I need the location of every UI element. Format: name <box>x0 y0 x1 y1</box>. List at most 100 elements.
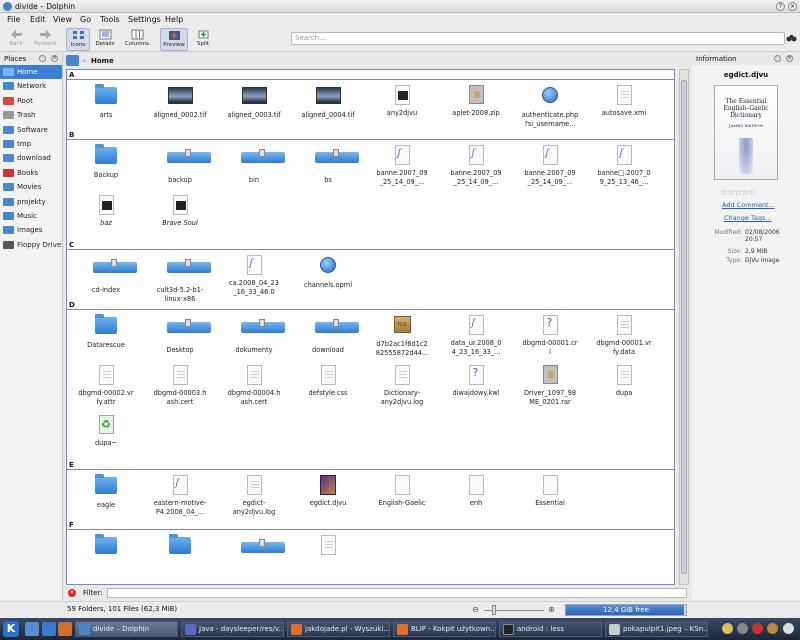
clipboard-tray-icon[interactable] <box>722 623 733 634</box>
dolphin-launcher-icon[interactable] <box>42 622 56 636</box>
network-tray-icon[interactable] <box>737 623 748 634</box>
place-download[interactable]: download <box>0 151 62 165</box>
clock-icon[interactable] <box>783 623 794 634</box>
scrollbar-thumb[interactable] <box>681 80 687 574</box>
breadcrumb-current[interactable]: Home <box>91 54 114 68</box>
place-network[interactable]: Network <box>0 79 62 93</box>
file-item[interactable]: backup <box>143 140 217 190</box>
place-movies[interactable]: Movies <box>0 180 62 194</box>
file-item[interactable]: Backup <box>69 140 143 190</box>
file-item[interactable]: ʃ banne□.2007_0 9_25_13_46_... <box>587 140 661 190</box>
forward-button[interactable]: Forward <box>31 28 59 51</box>
file-item[interactable] <box>217 530 291 580</box>
place-images[interactable]: Images <box>0 223 62 237</box>
place-home[interactable]: Home <box>0 65 62 80</box>
columns-view-button[interactable]: Columns <box>122 28 152 51</box>
file-item[interactable]: any2djvu <box>365 80 439 130</box>
file-item[interactable]: dbgmd-00003.h ash.cert <box>143 360 217 410</box>
info-close-button[interactable]: × <box>786 55 793 62</box>
menu-view[interactable]: View <box>53 15 72 24</box>
task-jakdojade[interactable]: jakdojade.pl - Wyszuki... <box>287 621 390 637</box>
places-close-button[interactable]: × <box>51 55 58 62</box>
file-item[interactable]: ʃ eastern-motive- P4.2008_04_... <box>143 470 217 520</box>
file-item[interactable]: channels.opml <box>291 250 365 300</box>
task-android[interactable]: android : less <box>499 621 602 637</box>
file-item[interactable]: Brave Soul <box>143 190 217 240</box>
filter-input[interactable] <box>107 588 687 598</box>
file-item[interactable] <box>69 530 143 580</box>
icons-view-button[interactable]: Icons <box>66 28 90 51</box>
file-item[interactable]: TGZ d7b2ac1f6d1c2 82555872d44... <box>365 310 439 360</box>
file-item[interactable]: ʃ banne.2007_09 _25_14_09_... <box>439 140 513 190</box>
details-view-button[interactable]: Details <box>93 28 117 51</box>
add-comment-link[interactable]: Add Comment... <box>722 201 775 209</box>
task-ksnapshot[interactable]: pokapulpit1.jpeg – KSn... <box>605 621 708 637</box>
file-item[interactable]: ʃ banne.2007_09 _25_14_09_... <box>365 140 439 190</box>
preview-button[interactable]: Preview <box>160 28 188 51</box>
file-item[interactable]: bs <box>291 140 365 190</box>
file-item[interactable]: ʃ data_ur.2008_0 4_23_16_33_... <box>439 310 513 360</box>
file-item[interactable]: Dictionary- any2djvu.log <box>365 360 439 410</box>
place-software[interactable]: Software <box>0 123 62 137</box>
file-item[interactable]: ? diwajdowy.kwl <box>439 360 513 410</box>
file-item[interactable]: English-Gaelic <box>365 470 439 520</box>
file-item[interactable]: aplet-2008.zip <box>439 80 513 130</box>
file-view[interactable]: Aarts aligned_0002.tif aligned_0003.tif ali… <box>66 69 675 585</box>
vertical-scrollbar[interactable] <box>679 69 689 585</box>
place-root[interactable]: Root <box>0 94 62 108</box>
file-item[interactable]: eagle <box>69 470 143 520</box>
update-tray-icon[interactable] <box>752 623 763 634</box>
task-java[interactable]: Java - daysleeper/res/v... <box>181 621 284 637</box>
file-item[interactable]: aligned_0002.tif <box>143 80 217 130</box>
file-item[interactable]: aligned_0003.tif <box>217 80 291 130</box>
place-trash[interactable]: Trash <box>0 108 62 122</box>
file-item[interactable]: bin <box>217 140 291 190</box>
close-window-button[interactable]: × <box>788 2 797 11</box>
desktop-icon[interactable] <box>25 622 39 636</box>
menu-file[interactable]: File <box>7 15 20 24</box>
file-item[interactable]: dbgmd-00004.h ash.cert <box>217 360 291 410</box>
task-blip[interactable]: BLIP - Kokpit użytkown... <box>393 621 496 637</box>
place-projekty[interactable]: projekty <box>0 195 62 209</box>
menu-settings[interactable]: Settings <box>128 15 161 24</box>
file-item[interactable]: baz <box>69 190 143 240</box>
kde-menu-button[interactable]: K <box>3 621 19 637</box>
change-tags-link[interactable]: Change Tags... <box>724 214 772 222</box>
file-item[interactable]: autosave.xmi <box>587 80 661 130</box>
file-item[interactable]: ʃ banne.2007_09 _25_14_09_... <box>513 140 587 190</box>
info-undock-button[interactable]: ◦ <box>774 55 781 62</box>
zoom-in-icon[interactable]: ⊕ <box>548 605 555 614</box>
zoom-out-icon[interactable]: ⊖ <box>472 605 479 614</box>
place-books[interactable]: Books <box>0 166 62 180</box>
place-music[interactable]: Music <box>0 209 62 223</box>
clear-filter-icon[interactable]: × <box>68 589 76 597</box>
volume-tray-icon[interactable] <box>767 623 778 634</box>
file-item[interactable]: cult3d-5.2-b1- linux-x86 <box>143 250 217 303</box>
search-input[interactable]: Search... <box>291 32 785 45</box>
back-button[interactable]: Back <box>3 28 29 51</box>
file-item[interactable]: ʃ ca.2008_04_23 _16_33_46.0 <box>217 250 291 300</box>
file-item[interactable]: arts <box>69 80 143 130</box>
binoculars-icon[interactable] <box>786 33 797 43</box>
menu-tools[interactable]: Tools <box>100 15 120 24</box>
file-item[interactable]: dokumenty <box>217 310 291 360</box>
help-window-button[interactable]: ? <box>776 2 785 11</box>
place-floppy-drive[interactable]: Floppy Drive <box>0 238 62 252</box>
file-item[interactable] <box>143 530 217 580</box>
file-item[interactable]: Driver_1097_98 ME_0201.rar <box>513 360 587 410</box>
file-item[interactable] <box>291 530 365 580</box>
file-item[interactable]: cd-index <box>69 250 143 300</box>
file-item[interactable]: authenticate.php ?si_username... <box>513 80 587 130</box>
task-dolphin[interactable]: divide – Dolphin <box>75 621 178 637</box>
file-item[interactable]: Desktop <box>143 310 217 360</box>
menu-help[interactable]: Help <box>165 15 183 24</box>
file-item[interactable]: ? dbgmd-00001.cr l <box>513 310 587 360</box>
firefox-launcher-icon[interactable] <box>58 622 72 636</box>
split-button[interactable]: Split <box>192 28 214 51</box>
file-item[interactable]: dbgmd-00001.vr fy.data <box>587 310 661 360</box>
places-undock-button[interactable]: ◦ <box>39 55 46 62</box>
file-item[interactable]: dbgmd-00002.vr fy.attr <box>69 360 143 410</box>
home-breadcrumb-button[interactable] <box>66 55 79 66</box>
rating-stars[interactable]: ☆☆☆☆☆ <box>720 188 756 198</box>
file-item[interactable]: egdict- any2djvu.log <box>217 470 291 520</box>
